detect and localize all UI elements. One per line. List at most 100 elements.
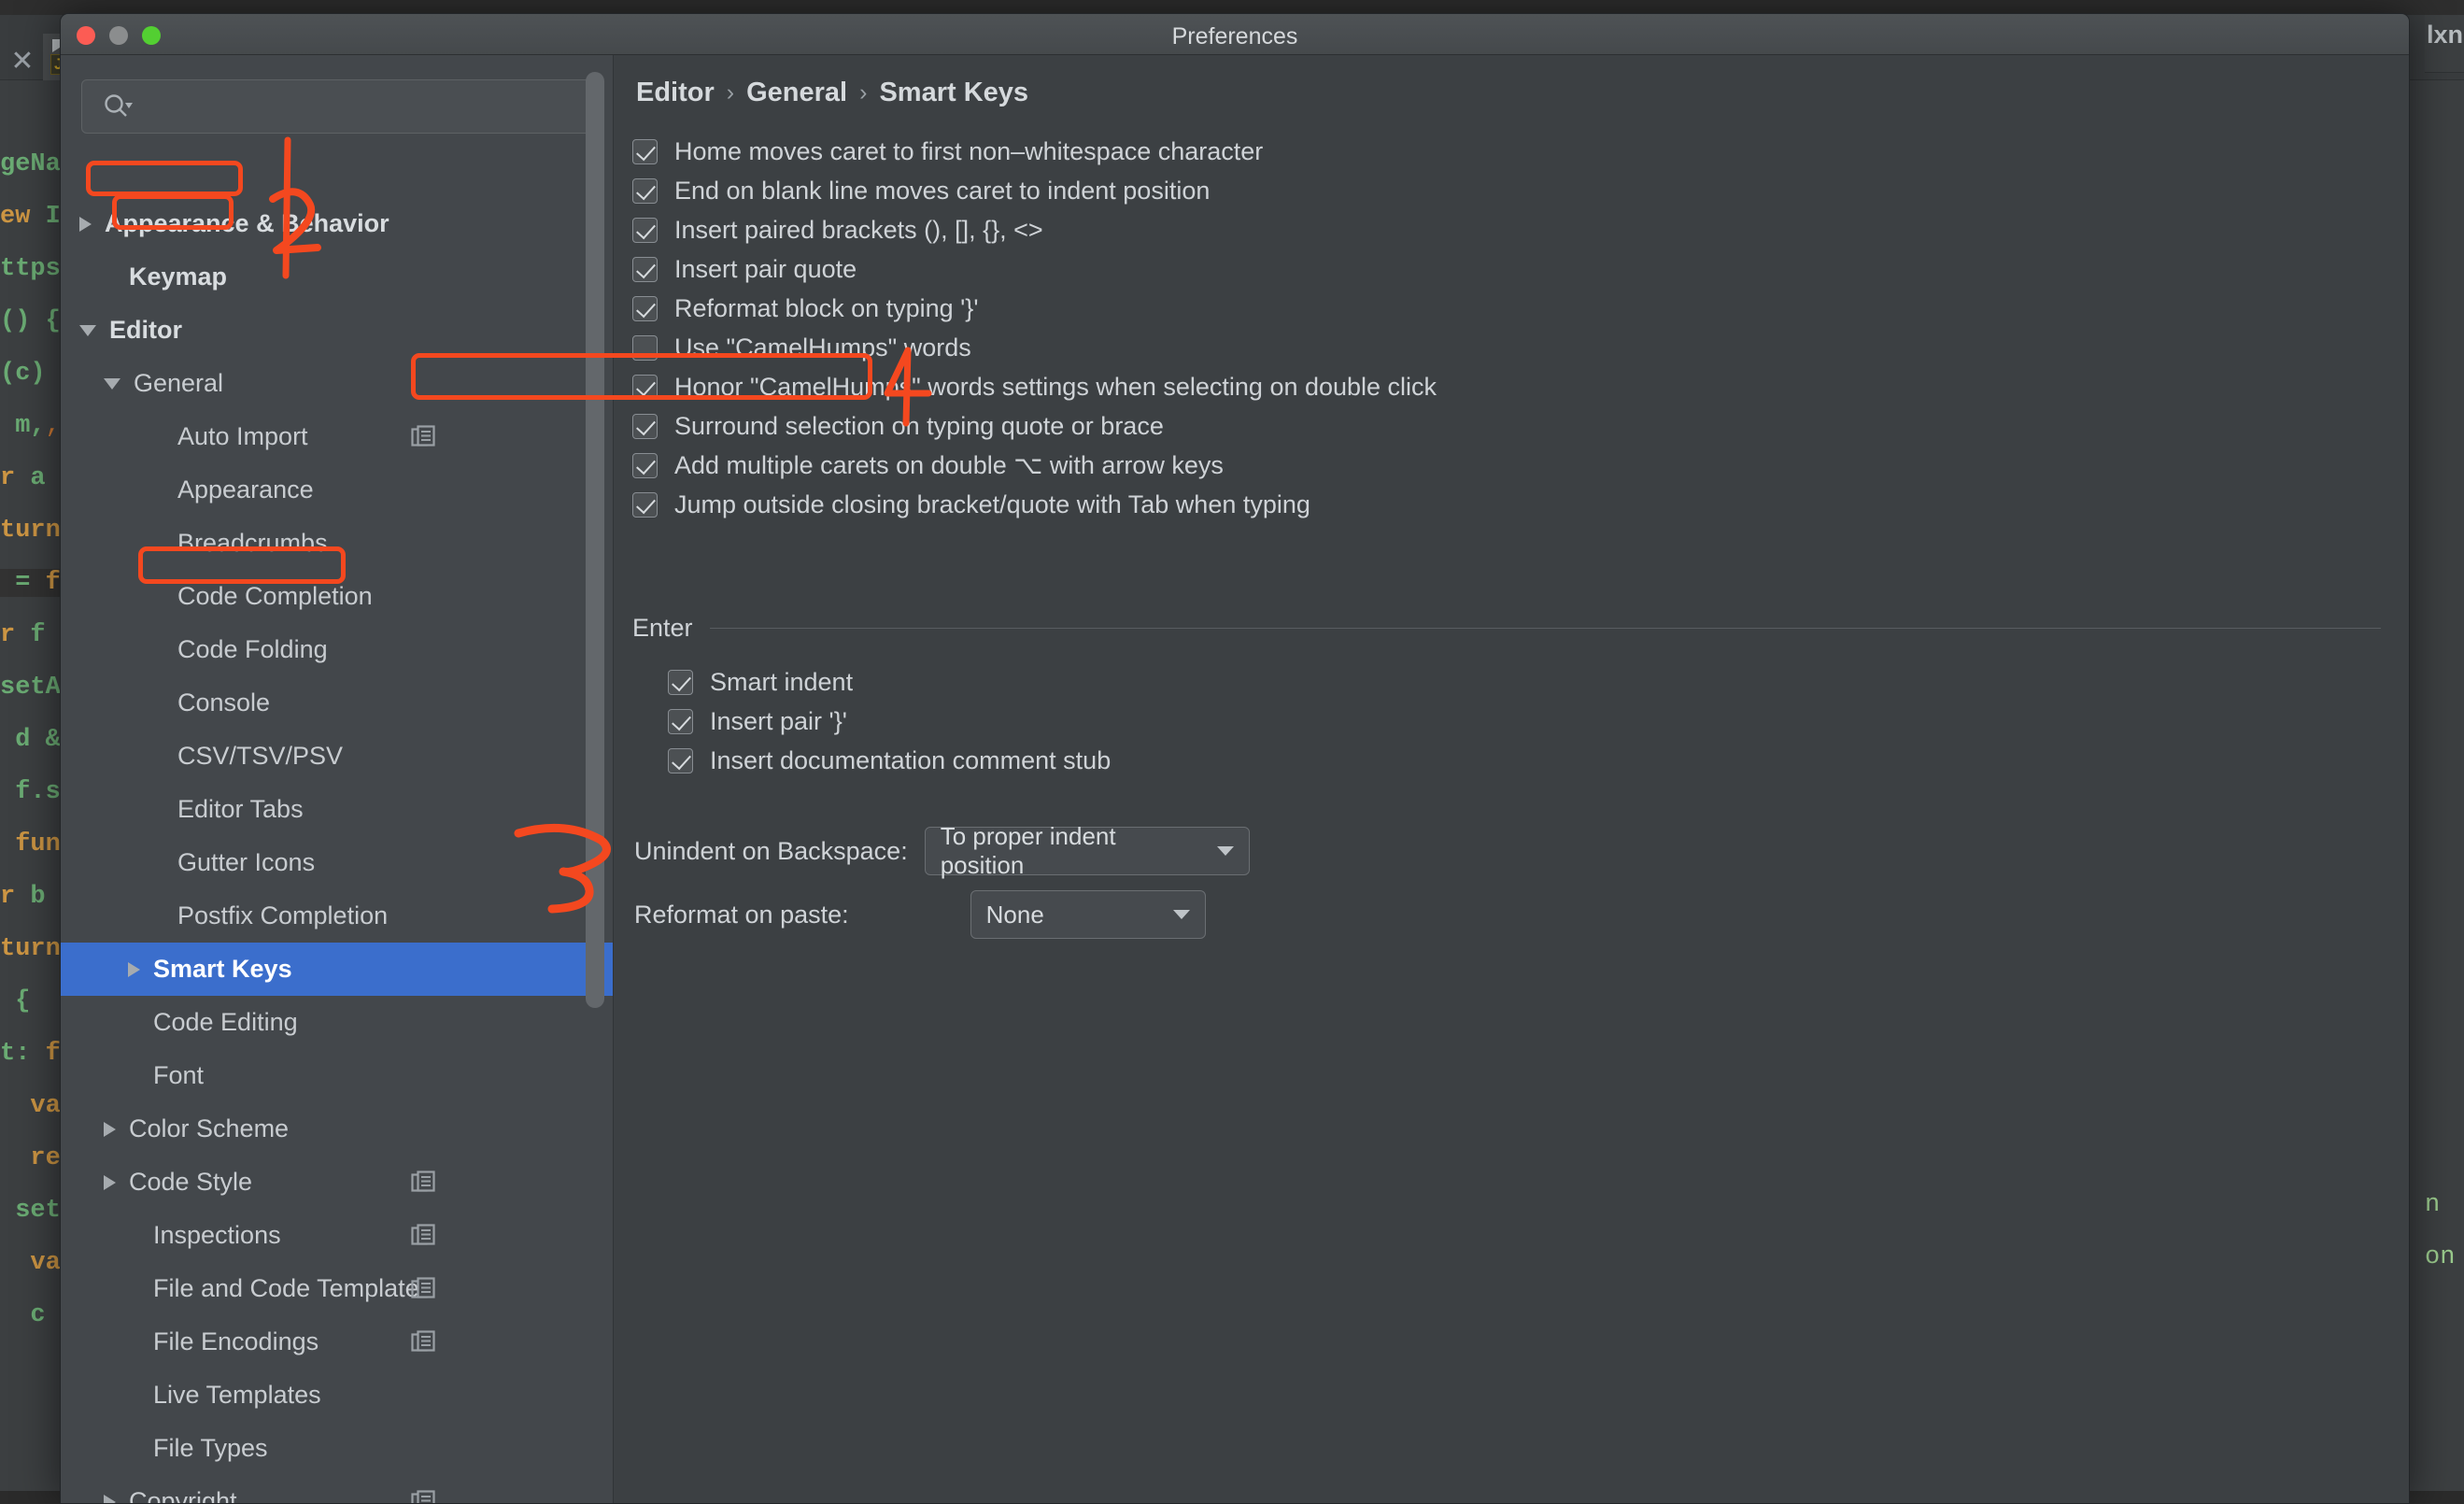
sidebar-item-file-and-code-templates[interactable]: File and Code Templates <box>61 1262 613 1315</box>
sidebar-item-label: Live Templates <box>153 1381 321 1410</box>
close-tab-icon[interactable]: ✕ <box>2 43 43 80</box>
sidebar-item-general[interactable]: General <box>61 357 613 410</box>
checkbox-row[interactable]: Insert documentation comment stub <box>668 741 2381 780</box>
checkbox-checked-icon[interactable] <box>668 670 693 695</box>
reformat-on-paste-row: Reformat on paste: None <box>634 890 1206 939</box>
sidebar-item-code-completion[interactable]: Code Completion <box>61 570 613 623</box>
search-icon <box>101 91 133 122</box>
settings-sidebar: Appearance & Behavior Keymap EditorGeneral… <box>61 55 614 1503</box>
chevron-right-icon[interactable] <box>128 962 140 977</box>
chevron-right-icon[interactable] <box>79 217 92 232</box>
copy-settings-icon[interactable] <box>411 1490 435 1503</box>
reformat-on-paste-select[interactable]: None <box>970 890 1206 939</box>
sidebar-item-code-folding[interactable]: Code Folding <box>61 623 613 676</box>
checkbox-row[interactable]: Honor "CamelHumps" words settings when s… <box>632 367 2381 406</box>
checkbox-row[interactable]: Insert pair '}' <box>668 702 2381 741</box>
checkbox-checked-icon[interactable] <box>632 218 658 243</box>
checkbox-checked-icon[interactable] <box>632 453 658 478</box>
checkbox-checked-icon[interactable] <box>632 139 658 164</box>
sidebar-item-live-templates[interactable]: Live Templates <box>61 1369 613 1422</box>
sidebar-item-code-style[interactable]: Code Style <box>61 1156 613 1209</box>
copy-settings-icon[interactable] <box>411 1330 435 1361</box>
ide-right-tab-label: lxn <box>2427 21 2463 50</box>
checkbox-row[interactable]: Use "CamelHumps" words <box>632 328 2381 367</box>
sidebar-scrollbar[interactable] <box>586 72 604 1008</box>
sidebar-item-console[interactable]: Console <box>61 676 613 730</box>
sidebar-item-editor[interactable]: Editor <box>61 304 613 357</box>
unindent-on-backspace-label: Unindent on Backspace: <box>634 837 908 866</box>
copy-settings-icon[interactable] <box>411 1277 435 1308</box>
sidebar-item-appearance-behavior[interactable]: Appearance & Behavior <box>61 197 613 250</box>
checkbox-checked-icon[interactable] <box>632 375 658 400</box>
breadcrumb-separator: › <box>859 79 867 106</box>
search-box[interactable] <box>81 79 592 134</box>
breadcrumb-item[interactable]: General <box>746 78 847 108</box>
dialog-body: Appearance & BehaviorKeymapEditorGeneral… <box>61 55 2409 1503</box>
checkbox-checked-icon[interactable] <box>632 492 658 518</box>
chevron-down-icon[interactable] <box>79 325 96 336</box>
preferences-dialog: Preferences Appearance & Behavior Keymap <box>60 13 2410 1504</box>
sidebar-item-gutter-icons[interactable]: Gutter Icons <box>61 836 613 889</box>
checkbox-checked-icon[interactable] <box>632 257 658 282</box>
chevron-down-icon[interactable] <box>104 378 120 390</box>
checkbox-checked-icon[interactable] <box>632 414 658 439</box>
sidebar-item-smart-keys[interactable]: Smart Keys <box>61 943 613 996</box>
breadcrumb-item[interactable]: Smart Keys <box>879 78 1028 108</box>
checkbox-label: Smart indent <box>710 668 853 697</box>
checkbox-label: Jump outside closing bracket/quote with … <box>674 490 1310 519</box>
copy-settings-icon[interactable] <box>411 1171 435 1201</box>
sidebar-item-editor-tabs[interactable]: Editor Tabs <box>61 783 613 836</box>
sidebar-item-breadcrumbs[interactable]: Breadcrumbs <box>61 517 613 570</box>
sidebar-item-csv-tsv-psv[interactable]: CSV/TSV/PSV <box>61 730 613 783</box>
checkbox-label: Surround selection on typing quote or br… <box>674 412 1164 441</box>
checkbox-row[interactable]: Insert pair quote <box>632 249 2381 289</box>
checkbox-row[interactable]: Insert paired brackets (), [], {}, <> <box>632 210 2381 249</box>
chevron-right-icon[interactable] <box>104 1175 116 1190</box>
dialog-title-bar[interactable]: Preferences <box>61 14 2409 55</box>
settings-main-pane: Editor›General›Smart Keys Home moves car… <box>614 55 2409 1503</box>
checkbox-row[interactable]: End on blank line moves caret to indent … <box>632 171 2381 210</box>
sidebar-item-postfix-completion[interactable]: Postfix Completion <box>61 889 613 943</box>
checkbox-row[interactable]: Smart indent <box>668 662 2381 702</box>
checkbox-checked-icon[interactable] <box>668 748 693 773</box>
sidebar-item-label: Color Scheme <box>129 1114 289 1143</box>
sidebar-item-label: Keymap <box>129 262 227 291</box>
sidebar-item-font[interactable]: Font <box>61 1049 613 1102</box>
checkbox-row[interactable]: Reformat block on typing '}' <box>632 289 2381 328</box>
code-text-right: n on <box>2425 80 2464 1491</box>
sidebar-item-inspections[interactable]: Inspections <box>61 1209 613 1262</box>
checkbox-row[interactable]: Home moves caret to first non–whitespace… <box>632 132 2381 171</box>
sidebar-item-code-editing[interactable]: Code Editing <box>61 996 613 1049</box>
copy-settings-icon[interactable] <box>411 425 435 456</box>
search-input[interactable] <box>133 93 591 120</box>
enter-options-list: Smart indent Insert pair '}' Insert docume… <box>668 662 2381 780</box>
sidebar-item-label: Code Completion <box>177 582 373 611</box>
sidebar-item-appearance[interactable]: Appearance <box>61 463 613 517</box>
checkbox-row[interactable]: Jump outside closing bracket/quote with … <box>632 485 2381 524</box>
sidebar-item-label: Gutter Icons <box>177 848 315 877</box>
sidebar-item-label: Code Style <box>129 1168 252 1197</box>
checkbox-unchecked-icon[interactable] <box>632 335 658 361</box>
breadcrumb-item[interactable]: Editor <box>636 78 715 108</box>
sidebar-item-label: Auto Import <box>177 422 308 451</box>
chevron-right-icon[interactable] <box>104 1122 116 1137</box>
reformat-on-paste-value: None <box>986 901 1044 929</box>
sidebar-item-label: Smart Keys <box>153 955 292 984</box>
checkbox-label: Insert documentation comment stub <box>710 746 1111 775</box>
checkbox-row[interactable]: Add multiple carets on double ⌥ with arr… <box>632 446 2381 485</box>
sidebar-item-color-scheme[interactable]: Color Scheme <box>61 1102 613 1156</box>
sidebar-item-file-types[interactable]: File Types <box>61 1422 613 1475</box>
checkbox-checked-icon[interactable] <box>668 709 693 734</box>
chevron-right-icon[interactable] <box>104 1495 116 1504</box>
sidebar-item-file-encodings[interactable]: File Encodings <box>61 1315 613 1369</box>
checkbox-row[interactable]: Surround selection on typing quote or br… <box>632 406 2381 446</box>
checkbox-checked-icon[interactable] <box>632 178 658 204</box>
unindent-on-backspace-select[interactable]: To proper indent position <box>925 827 1250 875</box>
checkbox-label: Home moves caret to first non–whitespace… <box>674 137 1263 166</box>
copy-settings-icon[interactable] <box>411 1224 435 1255</box>
sidebar-item-label: Code Editing <box>153 1008 298 1037</box>
sidebar-item-auto-import[interactable]: Auto Import <box>61 410 613 463</box>
sidebar-item-keymap[interactable]: Keymap <box>61 250 613 304</box>
checkbox-checked-icon[interactable] <box>632 296 658 321</box>
sidebar-item-copyright[interactable]: Copyright <box>61 1475 613 1503</box>
